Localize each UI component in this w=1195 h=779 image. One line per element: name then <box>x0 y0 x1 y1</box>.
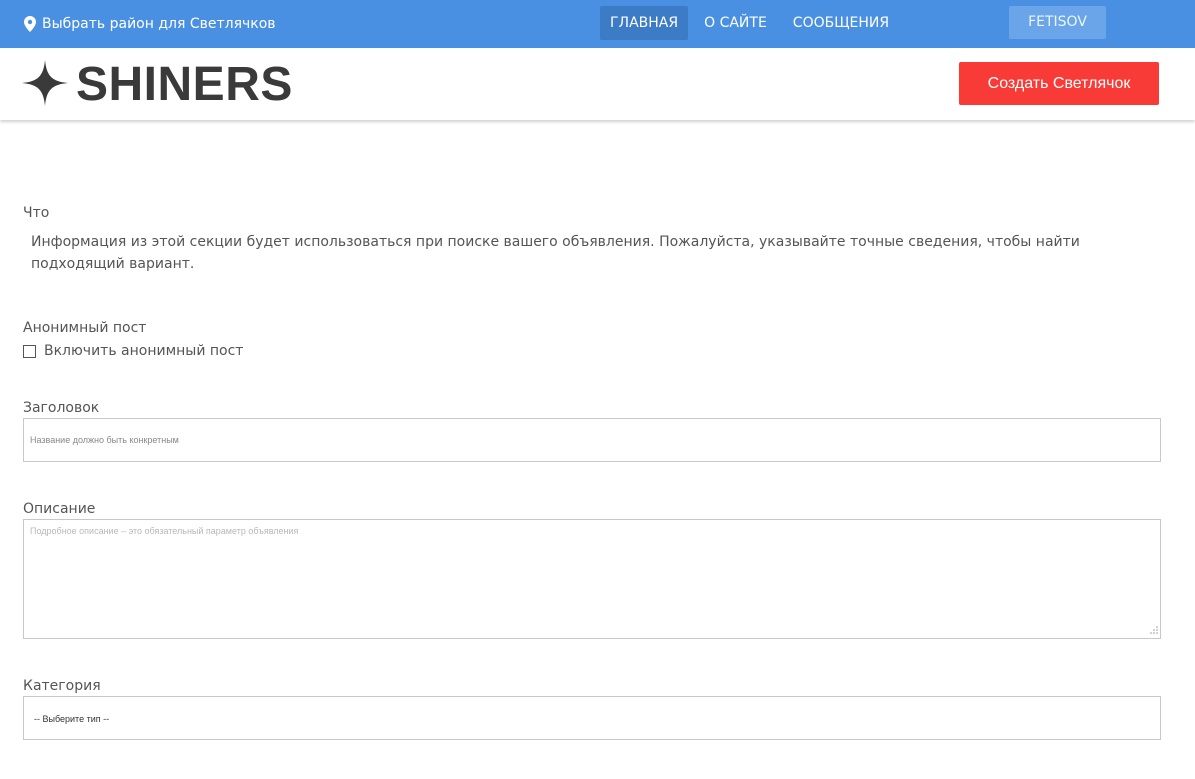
region-label: Выбрать район для Светлячков <box>42 16 276 32</box>
region-selector[interactable]: Выбрать район для Светлячков <box>24 0 276 48</box>
logo-text: SHINERS <box>76 58 293 111</box>
nav-item-home[interactable]: ГЛАВНАЯ <box>600 6 689 40</box>
category-selected-value: -- Выберите тип -- <box>34 714 110 724</box>
site-header: SHINERS Создать Светлячок <box>0 48 1195 120</box>
title-input[interactable] <box>24 419 1160 461</box>
checkbox-icon[interactable] <box>23 344 36 358</box>
description-field[interactable] <box>23 519 1161 639</box>
category-select[interactable]: -- Выберите тип -- <box>23 696 1161 740</box>
section-what-info: Информация из этой секции будет использо… <box>31 234 1080 272</box>
top-bar: Выбрать район для Светлячков ГЛАВНАЯ О С… <box>0 0 1195 48</box>
user-account-button[interactable]: FETISOV <box>1009 6 1106 39</box>
resize-grip-icon[interactable] <box>1150 626 1158 636</box>
anonymous-post-heading: Анонимный пост <box>23 320 147 336</box>
section-what-heading: Что <box>23 205 50 221</box>
nav-item-messages[interactable]: СООБЩЕНИЯ <box>783 6 899 40</box>
category-field-label: Категория <box>23 678 101 694</box>
site-logo[interactable]: SHINERS <box>22 58 293 111</box>
create-shiner-button[interactable]: Создать Светлячок <box>959 62 1159 105</box>
title-field-label: Заголовок <box>23 400 100 416</box>
description-textarea[interactable] <box>24 520 1160 638</box>
map-marker-icon <box>24 16 36 32</box>
nav-item-about[interactable]: О САЙТЕ <box>694 6 777 40</box>
anonymous-post-toggle[interactable]: Включить анонимный пост <box>23 341 243 361</box>
title-field[interactable] <box>23 418 1161 462</box>
anonymous-post-checkbox-label: Включить анонимный пост <box>44 343 244 359</box>
description-field-label: Описание <box>23 501 96 517</box>
main-nav: ГЛАВНАЯ О САЙТЕ СООБЩЕНИЯ <box>600 6 905 40</box>
four-point-star-icon <box>22 60 68 110</box>
